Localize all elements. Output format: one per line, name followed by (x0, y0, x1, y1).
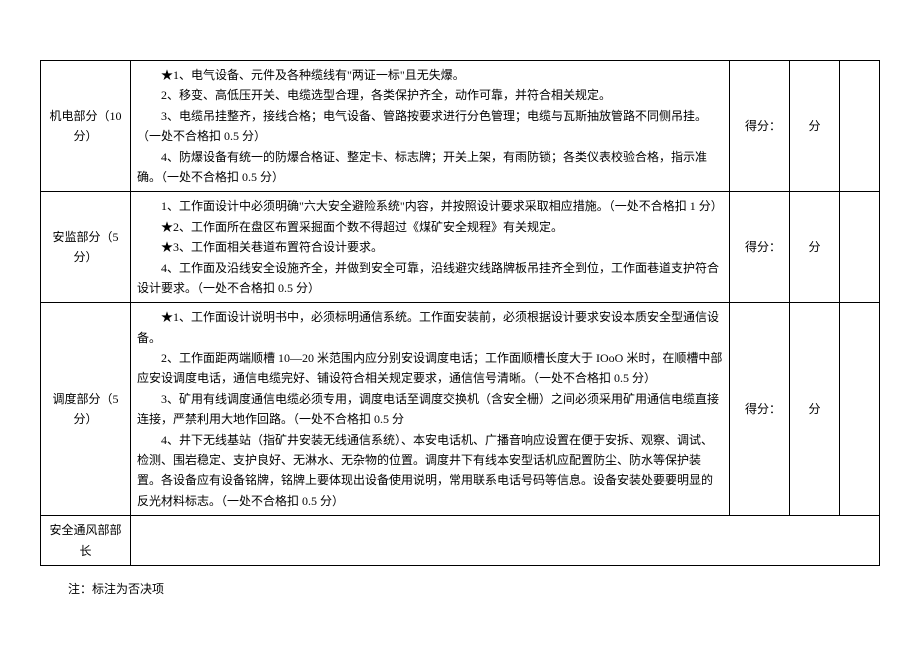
empty-cell (840, 303, 880, 516)
score-unit: 分 (790, 303, 840, 516)
score-label: 得分： (730, 192, 790, 303)
section-label: 安全通风部部长 (41, 516, 131, 566)
section-label: 调度部分（5分） (41, 303, 131, 516)
content-item: ★1、电气设备、元件及各种缆线有"两证一标"且无失爆。 (137, 65, 723, 85)
score-unit: 分 (790, 61, 840, 192)
content-item: ★1、工作面设计说明书中，必须标明通信系统。工作面安装前，必须根据设计要求安设本… (137, 307, 723, 348)
content-item: 3、矿用有线调度通信电缆必须专用，调度电话至调度交换机（含安全栅）之间必须采用矿… (137, 389, 723, 430)
section-content: ★1、工作面设计说明书中，必须标明通信系统。工作面安装前，必须根据设计要求安设本… (131, 303, 730, 516)
content-item: 4、防爆设备有统一的防爆合格证、整定卡、标志牌；开关上架，有雨防锁；各类仪表校验… (137, 147, 723, 188)
empty-cell (840, 61, 880, 192)
table-row: 安监部分（5分） 1、工作面设计中必须明确"六大安全避险系统"内容，并按照设计要求… (41, 192, 880, 303)
content-item: ★3、工作面相关巷道布置符合设计要求。 (137, 237, 723, 257)
section-content: 1、工作面设计中必须明确"六大安全避险系统"内容，并按照设计要求采取相应措施。（… (131, 192, 730, 303)
content-item: 2、移变、高低压开关、电缆选型合理，各类保护齐全，动作可靠，并符合相关规定。 (137, 85, 723, 105)
score-unit: 分 (790, 192, 840, 303)
footnote: 注：标注为否决项 (68, 580, 880, 597)
score-label: 得分： (730, 303, 790, 516)
content-item: 1、工作面设计中必须明确"六大安全避险系统"内容，并按照设计要求采取相应措施。（… (137, 196, 723, 216)
empty-cell (840, 192, 880, 303)
content-item: 4、井下无线基站（指矿井安装无线通信系统）、本安电话机、广播音响应设置在便于安拆… (137, 430, 723, 512)
table-row: 机电部分（10分）★1、电气设备、元件及各种缆线有"两证一标"且无失爆。2、移变… (41, 61, 880, 192)
section-label: 安监部分（5分） (41, 192, 131, 303)
score-label: 得分： (730, 61, 790, 192)
table-row: 安全通风部部长 (41, 516, 880, 566)
section-content (131, 516, 880, 566)
section-content: ★1、电气设备、元件及各种缆线有"两证一标"且无失爆。2、移变、高低压开关、电缆… (131, 61, 730, 192)
content-item: 2、工作面距两端顺槽 10—20 米范围内应分别安设调度电话；工作面顺槽长度大于… (137, 348, 723, 389)
content-item: 4、工作面及沿线安全设施齐全，并做到安全可靠，沿线避灾线路牌板吊挂齐全到位，工作… (137, 258, 723, 299)
content-item: 3、电缆吊挂整齐，接线合格；电气设备、管路按要求进行分色管理；电缆与瓦斯抽放管路… (137, 106, 723, 147)
assessment-table: 机电部分（10分）★1、电气设备、元件及各种缆线有"两证一标"且无失爆。2、移变… (40, 60, 880, 566)
table-row: 调度部分（5分）★1、工作面设计说明书中，必须标明通信系统。工作面安装前，必须根… (41, 303, 880, 516)
section-label: 机电部分（10分） (41, 61, 131, 192)
content-item: ★2、工作面所在盘区布置采掘面个数不得超过《煤矿安全规程》有关规定。 (137, 217, 723, 237)
